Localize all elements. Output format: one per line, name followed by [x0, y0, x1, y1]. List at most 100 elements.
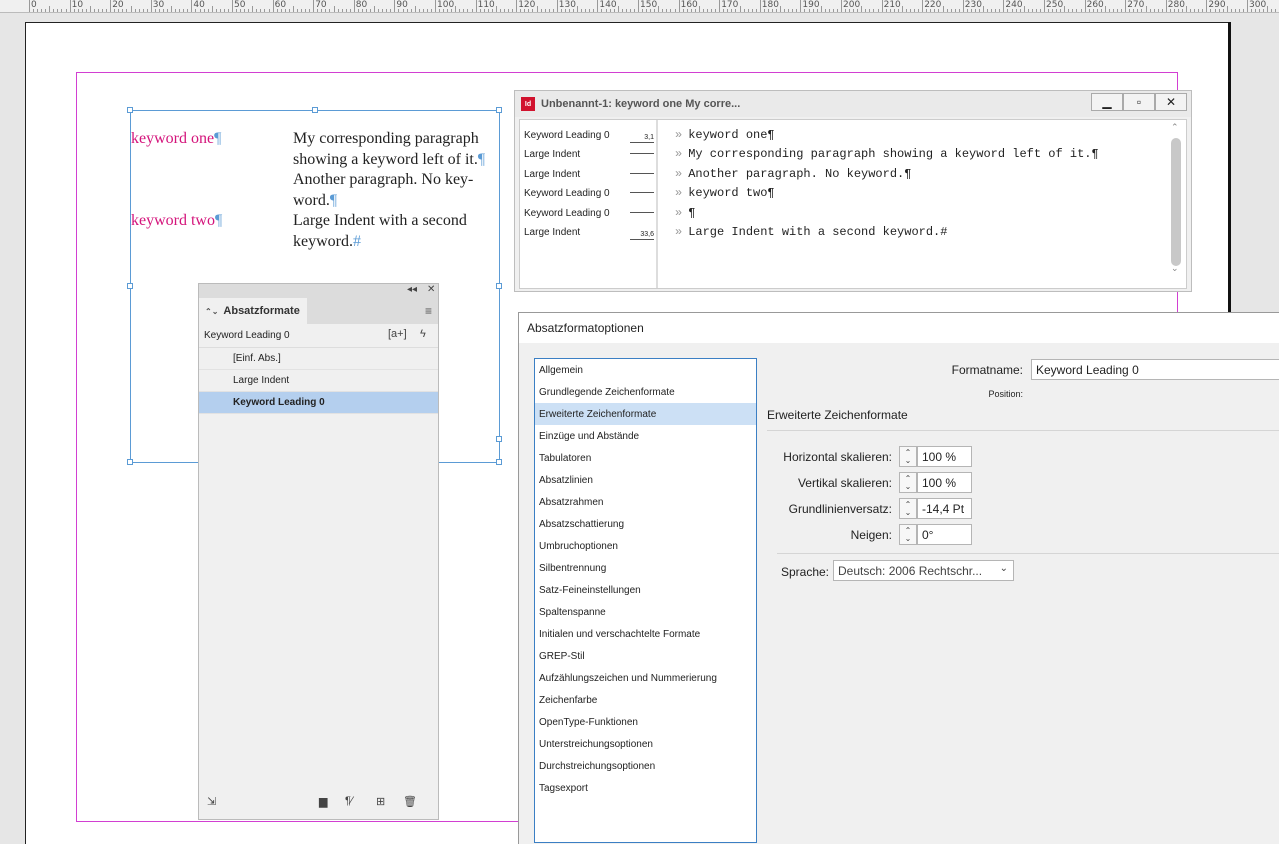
- spin-down-icon[interactable]: ⌄: [905, 534, 912, 543]
- clear-overrides-icon[interactable]: ¶⁄: [345, 795, 353, 807]
- stepper-icon[interactable]: ⌃ ⌄: [899, 472, 917, 493]
- style-list-item[interactable]: Large Indent: [199, 370, 438, 392]
- ruler-minor-tick: [443, 9, 445, 12]
- category-item[interactable]: Spaltenspanne: [535, 601, 756, 623]
- frame-handle[interactable]: [496, 107, 502, 113]
- frame-handle[interactable]: [127, 459, 133, 465]
- ruler-minor-tick: [85, 9, 87, 12]
- frame-handle[interactable]: [496, 459, 502, 465]
- stepper-icon[interactable]: ⌃ ⌄: [899, 446, 917, 467]
- scroll-thumb[interactable]: [1171, 138, 1181, 266]
- ruler-minor-tick: [309, 9, 311, 12]
- text-line: Another paragraph. No key-: [293, 171, 474, 188]
- category-item[interactable]: Initialen und verschachtelte Formate: [535, 623, 756, 645]
- category-list[interactable]: Allgemein Grundlegende Zeichenformate Erwe…: [534, 358, 757, 843]
- text-line: Large Indent with a second: [293, 212, 467, 229]
- ruler-minor-tick: [1169, 9, 1171, 12]
- spin-down-icon[interactable]: ⌄: [905, 456, 912, 465]
- minimize-button[interactable]: ▁: [1091, 93, 1123, 111]
- ruler-minor-tick: [751, 9, 753, 12]
- ruler-minor-tick: [430, 9, 432, 12]
- field-input[interactable]: 100 %: [917, 472, 972, 493]
- ruler-minor-tick: [223, 9, 225, 12]
- keyword-one-text[interactable]: keyword one¶: [131, 129, 221, 150]
- style-list-item[interactable]: [Einf. Abs.]: [199, 348, 438, 370]
- ruler-minor-tick: [479, 9, 481, 12]
- frame-handle[interactable]: [127, 283, 133, 289]
- paragraph-styles-panel[interactable]: ◂◂ ✕ ⌃⌄ Absatzformate ≡ Keyword Leading …: [198, 283, 439, 820]
- ruler-minor-tick: [1121, 9, 1123, 12]
- folder-icon[interactable]: ▆: [319, 795, 327, 808]
- ruler-minor-tick: [451, 9, 453, 12]
- story-text-line[interactable]: » Another paragraph. No keyword.¶: [675, 167, 911, 181]
- ruler-minor-tick: [601, 9, 603, 12]
- horizontal-ruler[interactable]: 0 10 20 30 40 50 60 70 80 90 100 110 120 130 140 150 160…: [0, 0, 1279, 13]
- category-item[interactable]: Umbruchoptionen: [535, 535, 756, 557]
- trash-icon[interactable]: 🗑: [403, 795, 417, 808]
- category-item[interactable]: Einzüge und Abstände: [535, 425, 756, 447]
- ruler-minor-tick: [89, 6, 91, 12]
- frame-handle[interactable]: [127, 107, 133, 113]
- tab-absatzformate[interactable]: ⌃⌄ Absatzformate: [199, 298, 307, 324]
- keyword-two-text[interactable]: keyword two¶: [131, 211, 222, 232]
- category-item[interactable]: Absatzrahmen: [535, 491, 756, 513]
- new-style-icon[interactable]: ⊞: [376, 795, 385, 808]
- ruler-minor-tick: [593, 9, 595, 12]
- panel-menu-icon[interactable]: ≡: [425, 304, 432, 318]
- category-item[interactable]: Allgemein: [535, 359, 756, 381]
- paragraph-arrow-icon: »: [675, 128, 683, 142]
- maximize-button[interactable]: ▫: [1123, 93, 1155, 111]
- category-item[interactable]: Tagsexport: [535, 777, 756, 799]
- close-icon[interactable]: ✕: [427, 284, 435, 295]
- lightning-icon[interactable]: ϟ: [420, 328, 426, 340]
- frame-handle[interactable]: [496, 436, 502, 442]
- format-name-input[interactable]: Keyword Leading 0: [1031, 359, 1279, 380]
- category-item[interactable]: Grundlegende Zeichenformate: [535, 381, 756, 403]
- scroll-down-icon[interactable]: ⌄: [1171, 263, 1179, 274]
- spin-down-icon[interactable]: ⌄: [905, 508, 912, 517]
- category-item[interactable]: Erweiterte Zeichenformate: [535, 403, 756, 425]
- ruler-minor-tick: [776, 9, 778, 12]
- stepper-icon[interactable]: ⌃ ⌄: [899, 498, 917, 519]
- collapse-icon[interactable]: ◂◂: [407, 284, 417, 295]
- story-text-line[interactable]: » keyword one¶: [675, 128, 775, 142]
- style-list-item[interactable]: Keyword Leading 0: [199, 392, 438, 414]
- story-scrollbar[interactable]: ⌃ ⌄: [1170, 122, 1182, 274]
- category-item[interactable]: Zeichenfarbe: [535, 689, 756, 711]
- category-item[interactable]: Satz-Feineinstellungen: [535, 579, 756, 601]
- ruler-minor-tick: [865, 9, 867, 12]
- category-item[interactable]: Unterstreichungsoptionen: [535, 733, 756, 755]
- stepper-icon[interactable]: ⌃ ⌄: [899, 524, 917, 545]
- paragraph-one[interactable]: My corresponding paragraph showing a key…: [293, 129, 498, 211]
- story-editor-body[interactable]: Keyword Leading 0 3,1 Large Indent Large In…: [519, 119, 1187, 289]
- story-editor-window[interactable]: Id Unbenannt-1: keyword one My corre... …: [514, 90, 1192, 292]
- category-item[interactable]: Absatzlinien: [535, 469, 756, 491]
- category-item[interactable]: OpenType-Funktionen: [535, 711, 756, 733]
- story-text-line[interactable]: » ¶: [675, 206, 695, 220]
- story-text-line[interactable]: » Large Indent with a second keyword.#: [675, 225, 947, 239]
- story-text-line[interactable]: » keyword two¶: [675, 186, 775, 200]
- frame-handle[interactable]: [312, 107, 318, 113]
- create-override-icon[interactable]: [a+]: [388, 328, 407, 340]
- category-item[interactable]: GREP-Stil: [535, 645, 756, 667]
- close-button[interactable]: ✕: [1155, 93, 1187, 111]
- story-editor-titlebar[interactable]: Id Unbenannt-1: keyword one My corre...: [515, 91, 1191, 117]
- paragraph-style-options-dialog[interactable]: Absatzformatoptionen Allgemein Grundlegen…: [518, 312, 1279, 844]
- ruler-minor-tick: [410, 9, 412, 12]
- story-text-line[interactable]: » My corresponding paragraph showing a ke…: [675, 147, 1099, 161]
- category-item[interactable]: Silbentrennung: [535, 557, 756, 579]
- paragraph-two[interactable]: Large Indent with a second keyword.#: [293, 211, 498, 252]
- scroll-up-icon[interactable]: ⌃: [1171, 122, 1179, 133]
- frame-handle[interactable]: [496, 283, 502, 289]
- field-input[interactable]: 0°: [917, 524, 972, 545]
- category-item[interactable]: Tabulatoren: [535, 447, 756, 469]
- category-item[interactable]: Aufzählungszeichen und Nummerierung: [535, 667, 756, 689]
- category-item[interactable]: Absatzschattierung: [535, 513, 756, 535]
- language-dropdown[interactable]: Deutsch: 2006 Rechtschr... ⌄: [833, 560, 1014, 581]
- load-styles-icon[interactable]: ⇲: [207, 795, 216, 808]
- field-input[interactable]: 100 %: [917, 446, 972, 467]
- story-text: keyword one¶: [688, 128, 775, 142]
- category-item[interactable]: Durchstreichungsoptionen: [535, 755, 756, 777]
- field-input[interactable]: -14,4 Pt: [917, 498, 972, 519]
- spin-down-icon[interactable]: ⌄: [905, 482, 912, 491]
